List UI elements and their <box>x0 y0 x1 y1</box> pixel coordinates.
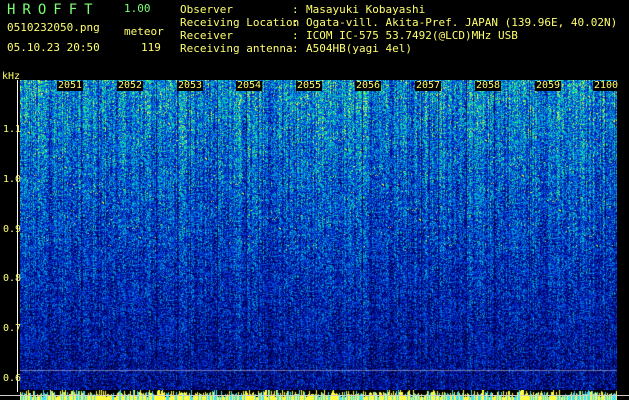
x-tick-label: 2052 <box>117 80 144 91</box>
info-sep: : <box>292 16 299 29</box>
x-tick-label: 2055 <box>296 80 323 91</box>
meteor-count: 119 <box>141 41 161 54</box>
info-sep: : <box>292 3 299 16</box>
y-unit-label: kHz <box>2 71 21 82</box>
image-filename: 0510232050.png <box>7 21 100 34</box>
y-tick-label: 0.7 <box>3 323 22 334</box>
x-tick-label: 2051 <box>57 80 84 91</box>
x-tick-label: 2057 <box>415 80 442 91</box>
spectrogram-canvas[interactable] <box>20 80 617 390</box>
observation-datetime: 05.10.23 20:50 <box>7 41 100 54</box>
bottom-separator <box>0 395 629 396</box>
x-tick-label: 2053 <box>177 80 204 91</box>
y-tick-label: 1.0 <box>3 174 22 185</box>
app-version: 1.00 <box>124 2 151 15</box>
info-label-location: Receiving Location <box>180 16 300 29</box>
y-tick-label: 0.9 <box>3 224 22 235</box>
info-label-observer: Observer <box>180 3 233 16</box>
info-label-antenna: Receiving antenna <box>180 42 293 55</box>
x-tick-label: 2056 <box>355 80 382 91</box>
info-value-observer: Masayuki Kobayashi <box>306 3 426 16</box>
hrofft-window: HROFFT 1.00 0510232050.png meteor 05.10.… <box>0 0 629 400</box>
info-sep: : <box>292 42 299 55</box>
y-tick-label: 1.1 <box>3 124 22 135</box>
info-value-location: Ogata-vill. Akita-Pref. JAPAN (139.96E, … <box>306 16 618 29</box>
x-tick-label: 2058 <box>475 80 502 91</box>
info-value-receiver: ICOM IC-575 53.7492(@LCD)MHz USB <box>306 29 518 42</box>
spectrogram-panel[interactable] <box>20 80 617 400</box>
info-sep: : <box>292 29 299 42</box>
y-tick-label: 0.8 <box>3 273 22 284</box>
mode-label: meteor <box>124 25 164 38</box>
info-label-receiver: Receiver <box>180 29 233 42</box>
x-tick-label: 2100 <box>593 80 620 91</box>
info-value-antenna: A504HB(yagi 4el) <box>306 42 412 55</box>
x-tick-label: 2054 <box>236 80 263 91</box>
x-tick-label: 2059 <box>535 80 562 91</box>
app-title: HROFFT <box>7 2 100 18</box>
y-tick-label: 0.6 <box>3 373 22 384</box>
